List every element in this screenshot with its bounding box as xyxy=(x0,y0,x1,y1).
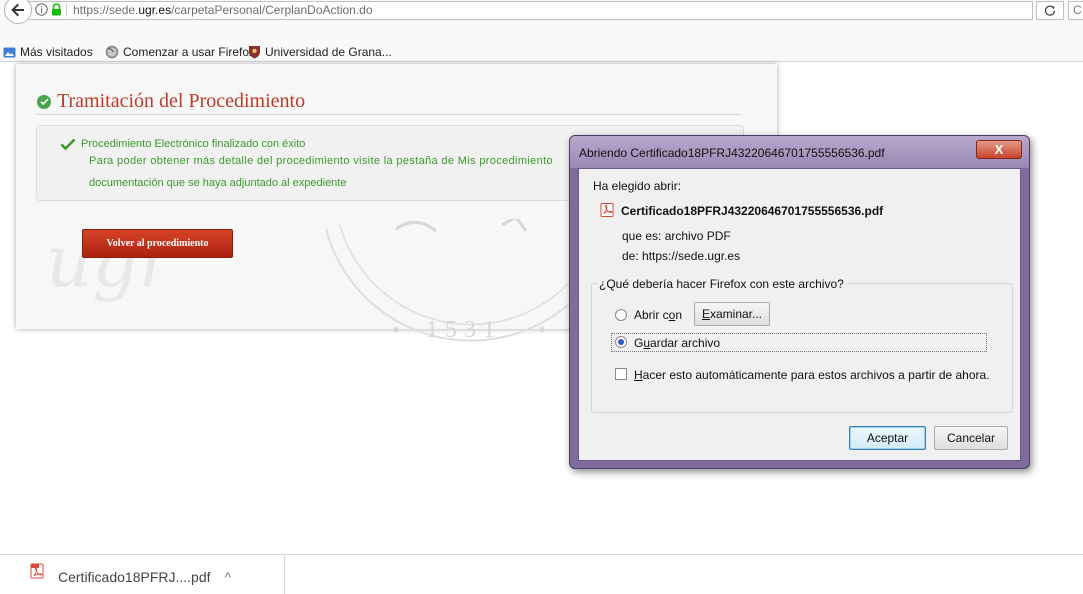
browser-toolbar: https://sede.ugr.es/carpetaPersonal/Cerp… xyxy=(0,0,1083,42)
save-file-label[interactable]: Guardar archivo xyxy=(634,336,720,350)
seal-year: 1531 xyxy=(426,317,502,343)
bookmark-label: Comenzar a usar Firefox xyxy=(123,45,256,59)
open-with-label[interactable]: Abrir con xyxy=(634,308,682,322)
url-separator xyxy=(66,3,67,17)
title-divider xyxy=(37,114,741,115)
download-shelf: Certificado18PFRJ....pdf ^ xyxy=(0,554,1083,594)
file-source-label: de: https://sede.ugr.es xyxy=(622,249,741,263)
dialog-close-button[interactable]: X xyxy=(976,140,1022,159)
bookmark-label: Más visitados xyxy=(20,45,93,59)
chose-label: Ha elegido abrir: xyxy=(593,179,682,193)
bookmark-folder-icon xyxy=(3,47,16,57)
back-to-procedure-button[interactable]: Volver al procedimiento xyxy=(82,229,233,258)
lock-icon[interactable] xyxy=(51,3,62,16)
success-heading: Procedimiento Electrónico finalizado con… xyxy=(60,138,305,150)
firefox-icon xyxy=(105,45,119,59)
url-text[interactable]: https://sede.ugr.es/carpetaPersonal/Cerp… xyxy=(73,3,373,17)
success-detail-line: documentación que se haya adjuntado al e… xyxy=(89,177,347,189)
back-arrow-icon xyxy=(11,3,24,17)
reload-button[interactable] xyxy=(1036,1,1064,20)
auto-action-label[interactable]: Hacer esto automáticamente para estos ar… xyxy=(634,368,990,382)
bookmarks-toolbar: Más visitados Comenzar a usar Firefox Un… xyxy=(0,42,1083,62)
success-detail-line: Para poder obtener más detalle del proce… xyxy=(89,155,553,167)
bookmark-mas-visitados[interactable]: Más visitados xyxy=(3,44,93,60)
url-domain: ugr.es xyxy=(138,3,172,17)
pdf-file-icon xyxy=(30,563,44,579)
accept-button[interactable]: Aceptar xyxy=(849,426,926,450)
reload-icon xyxy=(1044,5,1056,16)
success-heading-text: Procedimiento Electrónico finalizado con… xyxy=(81,138,306,150)
file-type-label: que es: archivo PDF xyxy=(622,229,731,243)
open-with-radio[interactable] xyxy=(615,309,627,321)
auto-action-checkbox[interactable] xyxy=(615,368,627,380)
action-question: ¿Qué debería hacer Firefox con este arch… xyxy=(597,277,846,291)
download-item[interactable]: Certificado18PFRJ....pdf ^ xyxy=(30,563,231,593)
page-title-text: Tramitación del Procedimiento xyxy=(57,90,306,112)
accesskey: E xyxy=(701,307,710,321)
bookmark-comenzar-firefox[interactable]: Comenzar a usar Firefox xyxy=(105,44,255,60)
bookmark-universidad-granada[interactable]: Universidad de Grana... xyxy=(248,44,392,60)
search-box[interactable]: C xyxy=(1068,1,1083,20)
accesskey: H xyxy=(634,368,643,382)
check-circle-icon xyxy=(37,94,51,109)
dialog-filename: Certificado18PFRJ43220646701755556536.pd… xyxy=(621,204,884,218)
bookmark-label: Universidad de Grana... xyxy=(265,45,392,59)
back-button[interactable] xyxy=(4,0,32,24)
save-file-radio[interactable] xyxy=(615,336,627,348)
page-title: Tramitación del Procedimiento xyxy=(37,90,305,113)
download-filename: Certificado18PFRJ....pdf xyxy=(58,569,211,585)
pdf-file-icon xyxy=(600,203,614,217)
info-icon[interactable] xyxy=(35,3,48,16)
browse-button[interactable]: Examinar... xyxy=(694,302,770,326)
download-separator xyxy=(284,555,285,594)
checkmark-icon xyxy=(60,138,76,150)
dialog-title: Abriendo Certificado18PFRJ43220646701755… xyxy=(579,146,885,160)
svg-text:•: • xyxy=(538,317,546,342)
chevron-up-icon[interactable]: ^ xyxy=(225,569,232,585)
svg-text:•: • xyxy=(392,317,400,342)
ugr-crest-icon xyxy=(249,46,260,59)
cancel-button[interactable]: Cancelar xyxy=(934,426,1008,450)
